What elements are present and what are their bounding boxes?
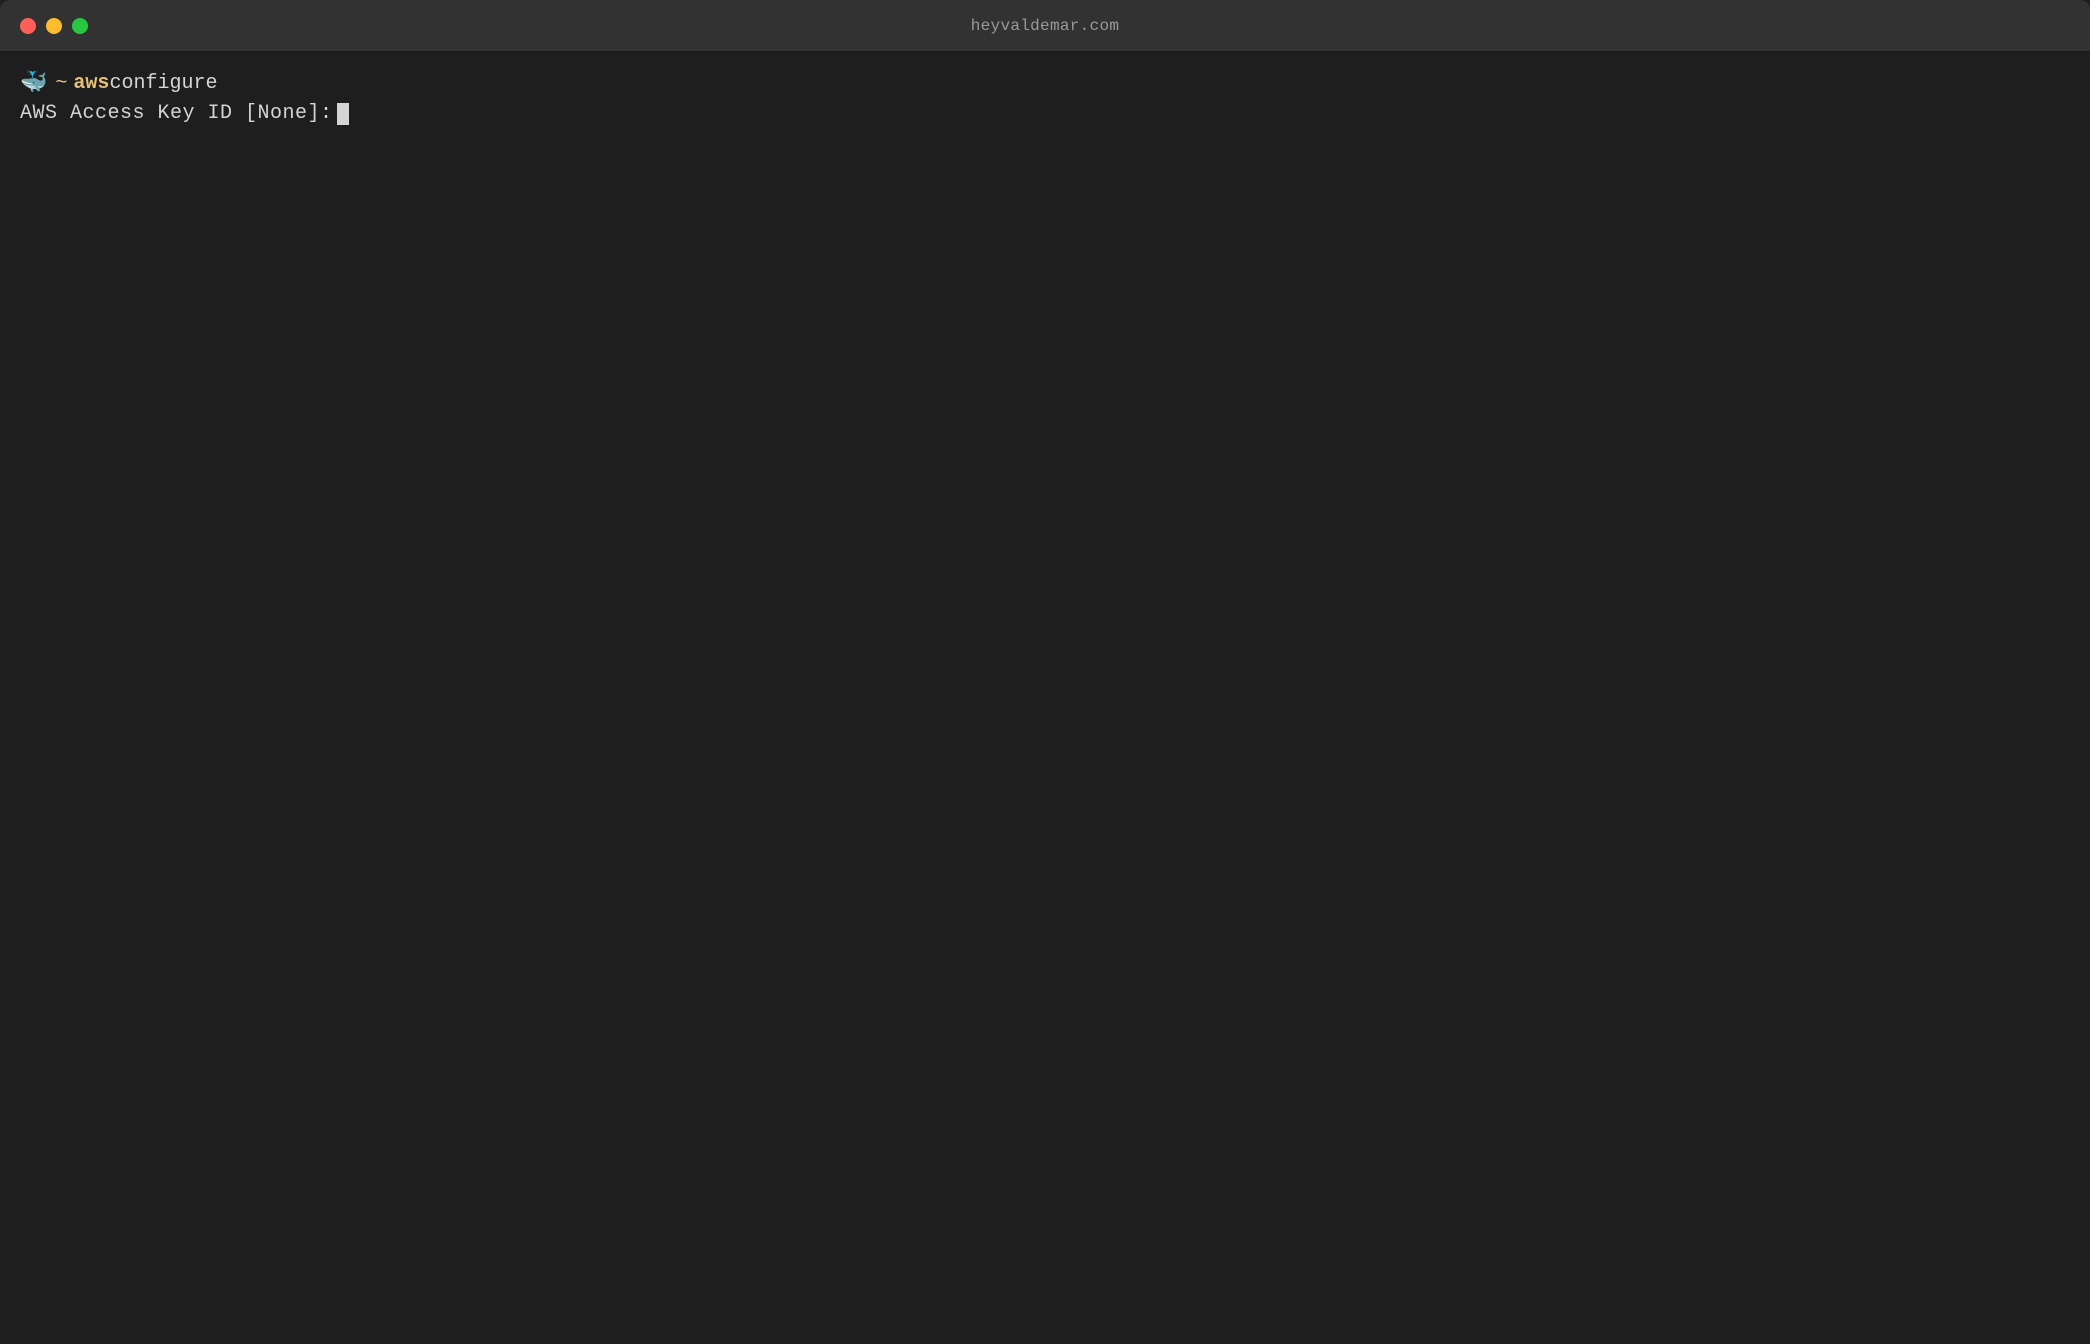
maximize-button[interactable] bbox=[72, 18, 88, 34]
whale-icon: 🐳 bbox=[20, 70, 47, 96]
close-button[interactable] bbox=[20, 18, 36, 34]
traffic-lights bbox=[20, 18, 88, 34]
prompt-line: 🐳 ~ aws configure bbox=[20, 70, 2070, 96]
aws-access-key-prompt: AWS Access Key ID [None]: bbox=[20, 102, 333, 125]
minimize-button[interactable] bbox=[46, 18, 62, 34]
terminal-window: heyvaldemar.com 🐳 ~ aws configure AWS Ac… bbox=[0, 0, 2090, 1344]
tilde-symbol: ~ bbox=[55, 72, 67, 95]
aws-keyword: aws bbox=[73, 72, 109, 95]
command-text: configure bbox=[109, 72, 217, 95]
title-bar: heyvaldemar.com bbox=[0, 0, 2090, 52]
terminal-cursor bbox=[337, 103, 349, 125]
output-line: AWS Access Key ID [None]: bbox=[20, 102, 2070, 125]
window-title: heyvaldemar.com bbox=[971, 17, 1120, 35]
terminal-body[interactable]: 🐳 ~ aws configure AWS Access Key ID [Non… bbox=[0, 52, 2090, 1344]
